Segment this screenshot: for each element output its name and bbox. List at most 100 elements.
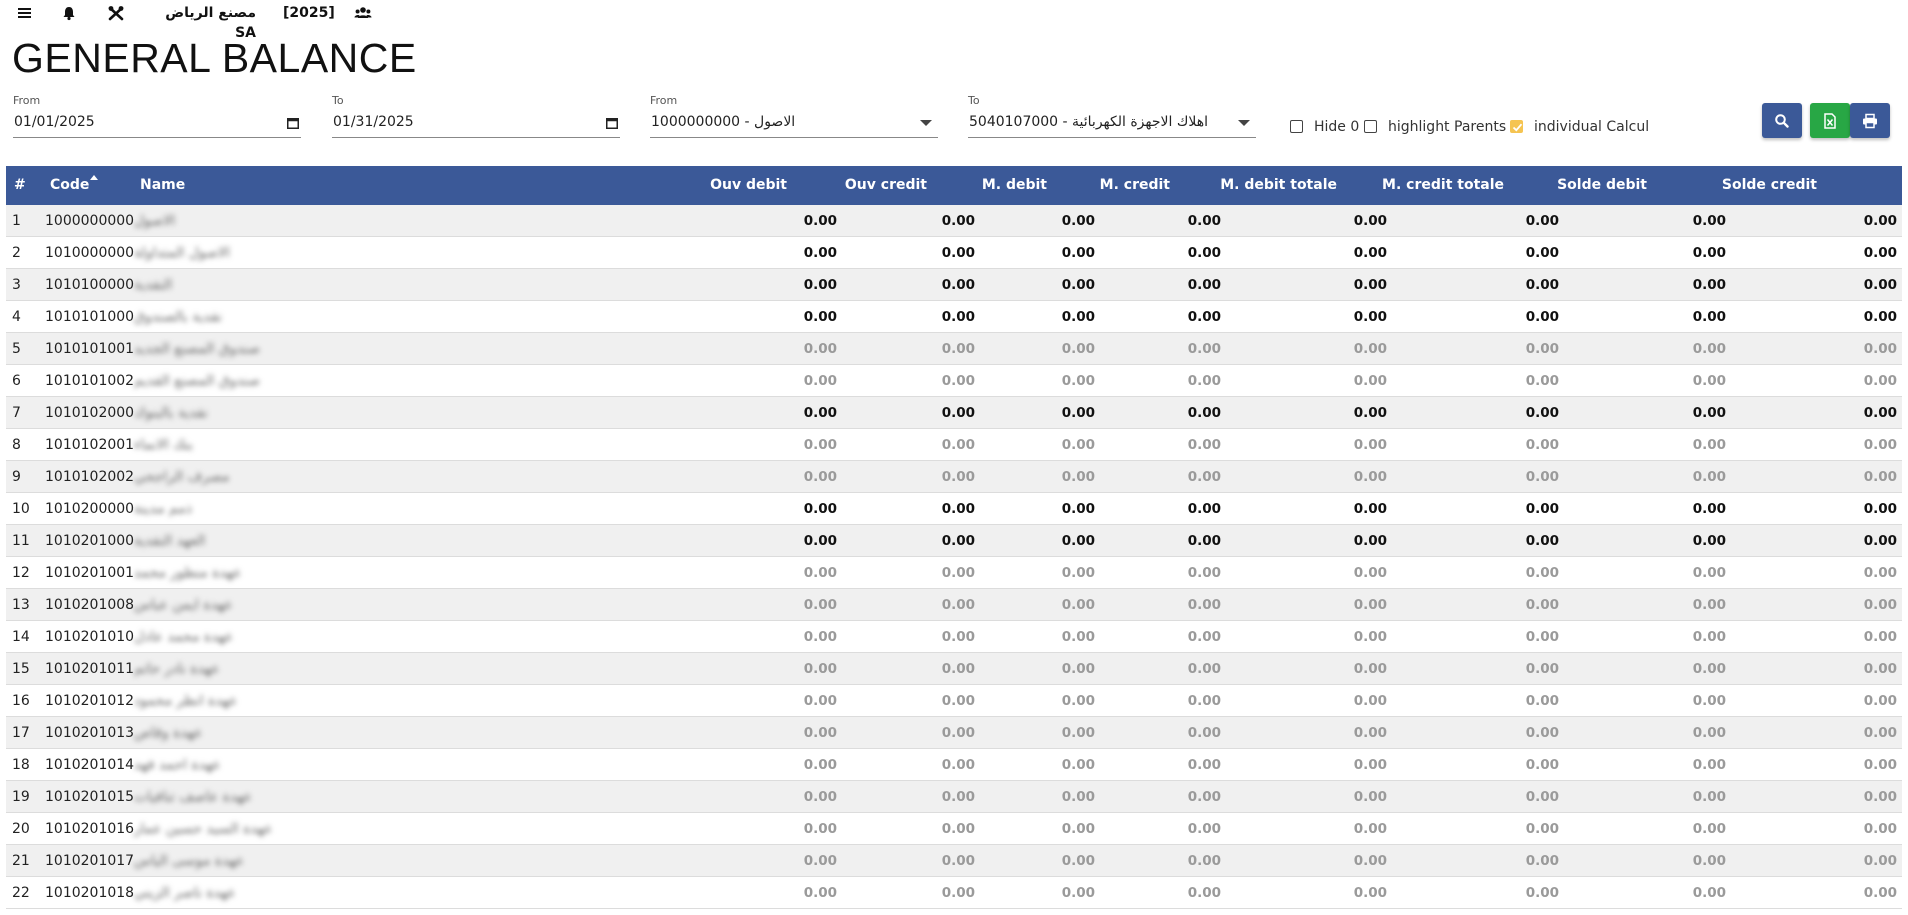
account-code: 1010102000 [45,405,135,421]
table-row[interactable]: 17 1010201013 عهدة وقاص 0.00 0.00 0.00 0.00 0.0… [6,717,1902,749]
account-code: 1010100000 [45,277,135,293]
cell-solde-credit: 0.00 [1863,245,1897,261]
table-row[interactable]: 2 1010000000 الاصول المتداولة 0.00 0.00 0.00 0… [6,237,1902,269]
col-header-m-debit[interactable]: M. debit [906,166,1047,205]
col-header-ouv-debit[interactable]: Ouv debit [646,166,787,205]
date-from-value[interactable]: 01/01/2025 [14,114,95,130]
table-row[interactable]: 8 1010102001 بنك الانماء 0.00 0.00 0.00 0.00 0.… [6,429,1902,461]
top-bar: مصنع الرياض SA [2025] [0,0,1908,41]
col-header-solde-credit[interactable]: Solde credit [1676,166,1817,205]
account-from-value[interactable]: 1000000000 - الاصول [651,114,795,130]
fiscal-year[interactable]: [2025] [283,3,335,23]
sort-asc-icon[interactable] [90,175,99,180]
cell-m-credit: 0.00 [1187,565,1221,581]
bell-icon[interactable] [62,3,76,23]
chevron-down-icon[interactable] [1238,120,1250,126]
account-name: ذمم مدينة [134,501,192,517]
table-row[interactable]: 7 1010102000 نقدية بالبنوك 0.00 0.00 0.00 0.00… [6,397,1902,429]
col-header-index[interactable]: # [14,166,26,205]
table-row[interactable]: 15 1010201011 عهدة نادر حاتم 0.00 0.00 0.00 0.… [6,653,1902,685]
date-from-field[interactable]: From 01/01/2025 [13,94,301,138]
print-button[interactable] [1850,103,1890,138]
table-row[interactable]: 4 1010101000 نقدية بالصندوق 0.00 0.00 0.00 0.0… [6,301,1902,333]
table-header: # Code Name Ouv debit Ouv credit M. debi… [6,166,1902,205]
table-row[interactable]: 10 1010200000 ذمم مدينة 0.00 0.00 0.00 0.00 0.0… [6,493,1902,525]
cell-m-debit-totale: 0.00 [1353,853,1387,869]
table-row[interactable]: 21 1010201017 عهدة موسى الياس 0.00 0.00 0.00 0… [6,845,1902,877]
table-row[interactable]: 3 1010100000 النقدية 0.00 0.00 0.00 0.00 0.00 0.… [6,269,1902,301]
cell-ouv-debit: 0.00 [803,341,837,357]
highlight-parents-label: highlight Parents [1388,119,1507,135]
account-code: 1010201016 [45,821,135,837]
menu-icon[interactable] [18,3,32,23]
table-row[interactable]: 1 1000000000 الاصول 0.00 0.00 0.00 0.00 0.00 0.0… [6,205,1902,237]
account-to-value[interactable]: 5040107000 - اهلاك الاجهزة الكهربائية [969,114,1208,130]
calendar-icon[interactable] [287,117,299,129]
table-row[interactable]: 19 1010201015 عهدة عاصف تنافيات 0.00 0.00 0.0… [6,781,1902,813]
cell-m-debit: 0.00 [1061,405,1095,421]
cell-m-debit-totale: 0.00 [1353,597,1387,613]
account-code: 1010201001 [45,565,135,581]
users-icon[interactable] [354,3,372,23]
col-header-m-debit-totale[interactable]: M. debit totale [1196,166,1337,205]
cell-solde-credit: 0.00 [1863,693,1897,709]
account-code: 1010201008 [45,597,135,613]
account-name: بنك الانماء [134,437,194,453]
chevron-down-icon[interactable] [920,120,932,126]
cell-m-debit: 0.00 [1061,277,1095,293]
account-code: 1010201015 [45,789,135,805]
table-row[interactable]: 6 1010101002 صندوق المصنع القديم 0.00 0.00 0.… [6,365,1902,397]
col-header-m-credit-totale[interactable]: M. credit totale [1363,166,1504,205]
col-header-code[interactable]: Code [50,166,99,205]
col-header-name[interactable]: Name [140,166,185,205]
table-row[interactable]: 18 1010201014 عهدة احمد فهد 0.00 0.00 0.00 0.0… [6,749,1902,781]
export-excel-button[interactable] [1810,103,1850,138]
table-row[interactable]: 12 1010201001 عهدة منظور محمد 0.00 0.00 0.00 0… [6,557,1902,589]
account-from-select[interactable]: From 1000000000 - الاصول [650,94,938,138]
table-row[interactable]: 5 1010101001 صندوق المصنع الجديد 0.00 0.00 0.… [6,333,1902,365]
cell-m-debit: 0.00 [1061,341,1095,357]
date-to-field[interactable]: To 01/31/2025 [332,94,620,138]
col-header-m-credit[interactable]: M. credit [1029,166,1170,205]
hide-zero-box[interactable] [1290,120,1303,133]
account-name: عهدة وقاص [134,725,203,741]
cell-ouv-debit: 0.00 [803,629,837,645]
individual-calcul-label: individual Calcul [1534,119,1650,135]
col-header-solde-debit[interactable]: Solde debit [1506,166,1647,205]
cell-m-credit: 0.00 [1187,373,1221,389]
cell-m-credit: 0.00 [1187,405,1221,421]
date-to-value[interactable]: 01/31/2025 [333,114,414,130]
cell-solde-credit: 0.00 [1863,565,1897,581]
cell-m-credit-totale: 0.00 [1525,373,1559,389]
table-row[interactable]: 13 1010201008 عهدة ايمن عباس 0.00 0.00 0.00 0.… [6,589,1902,621]
cell-ouv-credit: 0.00 [941,725,975,741]
table-row[interactable]: 11 1010201000 العهد النقدية 0.00 0.00 0.00 0.0… [6,525,1902,557]
date-from-underline [13,137,301,138]
highlight-parents-box[interactable] [1364,120,1377,133]
table-row[interactable]: 14 1010201010 عهدة محمد عادل 0.00 0.00 0.00 0.… [6,621,1902,653]
row-index: 6 [12,373,21,389]
row-index: 13 [12,597,30,613]
cell-solde-credit: 0.00 [1863,469,1897,485]
table-row[interactable]: 16 1010201012 عهدة انظر محمود 0.00 0.00 0.00 0… [6,685,1902,717]
cell-ouv-debit: 0.00 [803,469,837,485]
tools-icon[interactable] [108,3,124,23]
cell-ouv-debit: 0.00 [803,277,837,293]
individual-calcul-box[interactable] [1510,120,1523,133]
cell-solde-debit: 0.00 [1692,437,1726,453]
account-name: عهدة منظور محمد [134,565,242,581]
table-row[interactable]: 9 1010102002 مصرف الراجحي 0.00 0.00 0.00 0.00 0… [6,461,1902,493]
account-to-select[interactable]: To 5040107000 - اهلاك الاجهزة الكهربائية [968,94,1256,138]
check-icon [1512,123,1523,132]
account-to-underline [968,137,1256,138]
table-row[interactable]: 22 1010201018 عهدة ناصر الزيني 0.00 0.00 0.00… [6,877,1902,909]
table-row[interactable]: 20 1010201016 عهدة السيد حسين عمار 0.00 0.00… [6,813,1902,845]
cell-m-debit: 0.00 [1061,565,1095,581]
search-button[interactable] [1762,103,1802,138]
cell-m-debit: 0.00 [1061,501,1095,517]
cell-solde-debit: 0.00 [1692,373,1726,389]
cell-m-credit: 0.00 [1187,629,1221,645]
calendar-icon[interactable] [606,117,618,129]
cell-solde-credit: 0.00 [1863,853,1897,869]
cell-ouv-debit: 0.00 [803,725,837,741]
